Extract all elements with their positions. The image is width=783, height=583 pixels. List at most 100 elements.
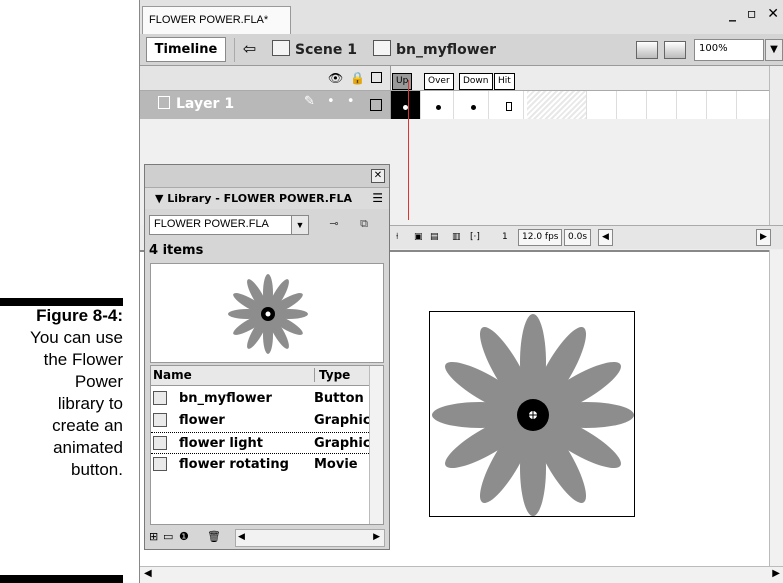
caption-line: create an (52, 416, 123, 435)
caption-figure-number: Figure 8-4: (36, 306, 123, 325)
properties-icon[interactable]: ❶ (179, 530, 189, 543)
library-preview (150, 263, 384, 363)
layer-outline-icon[interactable] (370, 99, 382, 111)
onion-outline-icon[interactable]: ▤ (430, 232, 439, 242)
breadcrumb-scene[interactable]: Scene 1 (272, 40, 357, 58)
movieclip-symbol-icon (153, 457, 167, 471)
chevron-down-icon[interactable]: ▼ (291, 216, 308, 234)
list-vertical-scrollbar[interactable] (369, 366, 383, 524)
new-library-panel-icon[interactable]: ⧉ (355, 217, 373, 233)
figure-caption: Figure 8-4: You can use the Flower Power… (0, 305, 123, 481)
edit-bar: Timeline ⇦ Scene 1 bn_myflower 100% ▼ (140, 34, 783, 66)
keyframe-dot (471, 105, 476, 110)
frame-cell-empty (677, 91, 707, 119)
frame-label-over[interactable]: Over (424, 73, 454, 90)
end-frame-marker (506, 102, 512, 111)
frame-labels: Up Over Down Hit (390, 66, 783, 91)
frame-label-up[interactable]: Up (392, 73, 413, 90)
layer-icon (158, 96, 170, 109)
frame-cell-hit[interactable] (494, 91, 524, 119)
library-title[interactable]: ▼ Library - FLOWER POWER.FLA ☰ (145, 187, 389, 209)
frame-label-hit[interactable]: Hit (494, 73, 515, 90)
list-item[interactable]: flower Graphic (151, 410, 369, 432)
onion-skin-icon[interactable]: ▣ (414, 232, 423, 242)
stage-vertical-scrollbar[interactable] (769, 250, 783, 566)
caption-bottom-bar (0, 575, 123, 583)
symbol-label: bn_myflower (396, 42, 497, 58)
eye-icon[interactable]: 👁 (328, 71, 343, 85)
scene-icon (272, 40, 290, 56)
outline-icon[interactable] (371, 72, 382, 83)
lock-icon[interactable]: 🔒 (350, 71, 365, 85)
timeline-hscroll-left[interactable]: ◀ (598, 229, 613, 246)
delete-icon[interactable]: 🗑 (207, 530, 221, 543)
column-name[interactable]: Name (153, 368, 192, 382)
zoom-field[interactable]: 100% (694, 39, 764, 61)
modify-markers-icon[interactable]: [·] (470, 232, 480, 242)
edit-scene-icon[interactable] (636, 41, 658, 59)
frame-cell-up[interactable] (391, 91, 421, 119)
frame-cell-down[interactable] (459, 91, 489, 119)
library-toolbar: ⊞ ▭ ❶ 🗑 ◀ ▶ (149, 529, 385, 547)
frame-cell-over[interactable] (424, 91, 454, 119)
layer-toggles[interactable]: ✎ • • (304, 94, 359, 109)
library-item-count: 4 items (149, 243, 204, 258)
new-folder-icon[interactable]: ▭ (163, 530, 173, 543)
document-tab-row: FLOWER POWER.FLA* _ ▫ ✕ (140, 0, 783, 34)
layer-name: Layer 1 (158, 96, 234, 112)
document-tab[interactable]: FLOWER POWER.FLA* (142, 6, 292, 34)
flower-graphic[interactable] (430, 312, 636, 518)
button-symbol-icon (153, 391, 167, 405)
flower-preview-graphic (228, 274, 308, 354)
list-item[interactable]: flower rotating Movie (151, 454, 369, 476)
caption-line: the Flower (43, 350, 123, 369)
caption-line: animated (53, 438, 123, 457)
frame-label-down[interactable]: Down (459, 73, 493, 90)
keyframe-dot (436, 105, 441, 110)
frames-row[interactable] (390, 91, 783, 119)
library-item-list[interactable]: Name Type bn_myflower Button flower Grap… (150, 365, 384, 525)
caption-line: Power (74, 372, 123, 391)
library-horizontal-scrollbar[interactable]: ◀ ▶ (235, 529, 385, 547)
caption-line: button. (71, 460, 123, 479)
frame-cell-empty (617, 91, 647, 119)
library-file-select[interactable]: FLOWER POWER.FLA ▼ (149, 215, 309, 235)
caption-line: library to (57, 394, 123, 413)
center-frame-icon[interactable]: ⍿ (396, 232, 398, 242)
edit-symbol-icon[interactable] (664, 41, 686, 59)
frame-rate: 12.0 fps (518, 229, 563, 246)
window-controls[interactable]: _ ▫ ✕ (729, 6, 782, 22)
list-header: Name Type (151, 366, 369, 386)
back-arrow-icon[interactable]: ⇦ (234, 38, 264, 62)
frame-cell-empty (587, 91, 617, 119)
layer-row[interactable]: Layer 1 ✎ • • (140, 91, 390, 119)
frame-cell-empty (647, 91, 677, 119)
timeline-status-bar: ⍿ ▣ ▤ ▥ [·] 1 12.0 fps 0.0s ◀ ▶ (390, 225, 783, 249)
timeline-button[interactable]: Timeline (146, 37, 226, 62)
pin-library-icon[interactable]: ⊸ (325, 217, 343, 233)
button-symbol-icon (373, 40, 391, 56)
stage-canvas[interactable] (429, 311, 635, 517)
layer-header: 👁 🔒 (140, 66, 390, 91)
zoom-dropdown-icon[interactable]: ▼ (765, 39, 783, 61)
edit-multiple-frames-icon[interactable]: ▥ (452, 232, 461, 242)
graphic-symbol-icon (153, 413, 167, 427)
timeline-vertical-scrollbar[interactable] (769, 66, 783, 226)
timeline-hscroll-right[interactable]: ▶ (756, 229, 771, 246)
column-type[interactable]: Type (314, 368, 350, 382)
new-symbol-icon[interactable]: ⊞ (149, 530, 158, 543)
stage-horizontal-scrollbar[interactable]: ◀ ▶ (140, 566, 783, 583)
graphic-symbol-icon (153, 436, 167, 450)
frame-cell-empty (707, 91, 737, 119)
list-item[interactable]: bn_myflower Button (151, 388, 369, 410)
elapsed-time: 0.0s (564, 229, 592, 246)
list-item[interactable]: flower light Graphic (151, 432, 369, 454)
current-frame: 1 (502, 232, 508, 242)
playhead[interactable] (408, 80, 409, 220)
close-icon[interactable]: ✕ (371, 169, 385, 183)
breadcrumb-symbol[interactable]: bn_myflower (373, 40, 496, 58)
library-panel[interactable]: ✕ ▼ Library - FLOWER POWER.FLA ☰ FLOWER … (144, 164, 390, 550)
library-drag-bar[interactable]: ✕ (145, 165, 389, 187)
caption-line: You can use (30, 328, 123, 347)
panel-menu-icon[interactable]: ☰ (372, 191, 383, 205)
